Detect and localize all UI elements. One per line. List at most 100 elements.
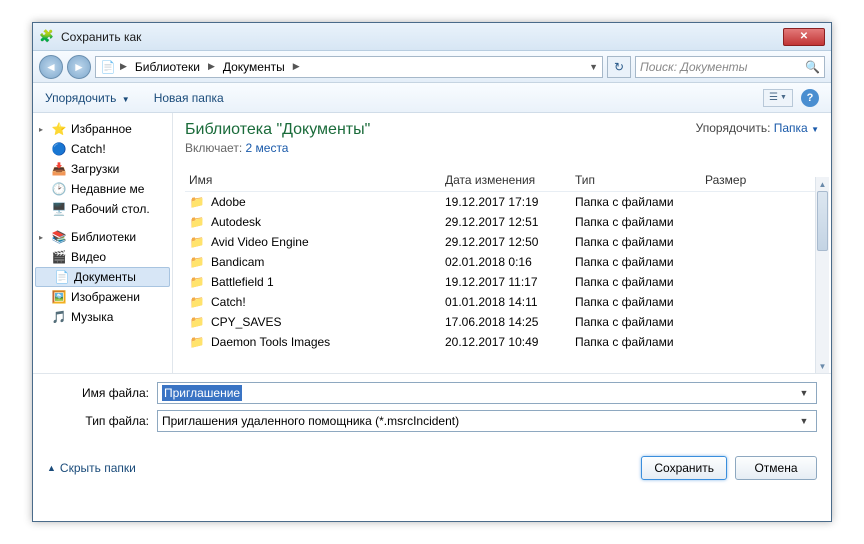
sidebar-libraries[interactable]: ▸ 📚 Библиотеки [33,227,172,247]
file-name: Autodesk [211,215,261,229]
file-date: 17.06.2018 14:25 [445,315,575,329]
filename-label: Имя файла: [47,386,157,400]
help-button[interactable]: ? [801,89,819,107]
col-date[interactable]: Дата изменения [445,173,575,187]
address-bar[interactable]: 📄 ▶ Библиотеки ▶ Документы ▶ ▼ [95,56,603,78]
sidebar-item-desktop[interactable]: 🖥️Рабочий стол. [33,199,172,219]
library-includes: Включает: 2 места [185,141,696,155]
file-date: 29.12.2017 12:51 [445,215,575,229]
scroll-thumb[interactable] [817,191,828,251]
folder-icon: 📁 [189,234,205,250]
file-type: Папка с файлами [575,295,705,309]
chevron-up-icon: ▲ [47,463,56,473]
search-placeholder: Поиск: Документы [640,60,748,74]
documents-icon: 📄 [100,59,116,75]
collapse-icon: ▸ [39,233,47,242]
arrange-by[interactable]: Упорядочить: Папка ▼ [696,121,819,155]
sidebar-favorites[interactable]: ▸ ⭐ Избранное [33,119,172,139]
filetype-label: Тип файла: [47,414,157,428]
close-button[interactable]: ✕ [783,28,825,46]
breadcrumb[interactable]: Документы [219,60,289,74]
column-headers[interactable]: Имя Дата изменения Тип Размер [185,169,819,192]
chevron-right-icon: ▶ [291,61,302,72]
hide-folders-toggle[interactable]: ▲ Скрыть папки [47,461,136,475]
file-date: 19.12.2017 11:17 [445,275,575,289]
sidebar-item-music[interactable]: 🎵Музыка [33,307,172,327]
navbar: ◄ ► 📄 ▶ Библиотеки ▶ Документы ▶ ▼ ↻ Пои… [33,51,831,83]
includes-link[interactable]: 2 места [246,141,289,155]
table-row[interactable]: 📁Catch!01.01.2018 14:11Папка с файлами [185,292,819,312]
table-row[interactable]: 📁Daemon Tools Images20.12.2017 10:49Папк… [185,332,819,350]
file-date: 02.01.2018 0:16 [445,255,575,269]
sidebar-item-documents[interactable]: 📄Документы [35,267,170,287]
documents-icon: 📄 [54,269,70,285]
col-type[interactable]: Тип [575,173,705,187]
new-folder-button[interactable]: Новая папка [154,91,224,105]
file-date: 01.01.2018 14:11 [445,295,575,309]
folder-icon: 📁 [189,334,205,350]
filename-input[interactable]: Приглашение ▼ [157,382,817,404]
table-row[interactable]: 📁 Avid Video Engine 29.12.2017 12:50Папка … [185,232,819,252]
sidebar-item-recent[interactable]: 🕑Недавние ме [33,179,172,199]
sidebar-item-video[interactable]: 🎬Видео [33,247,172,267]
refresh-button[interactable]: ↻ [607,56,631,78]
file-list-pane: Библиотека "Документы" Включает: 2 места… [173,113,831,373]
file-type: Папка с файлами [575,235,705,249]
chevron-down-icon[interactable]: ▼ [796,388,812,398]
table-row[interactable]: 📁CPY_SAVES17.06.2018 14:25Папка с файлам… [185,312,819,332]
file-date: 19.12.2017 17:19 [445,195,575,209]
table-row[interactable]: 📁Autodesk29.12.2017 12:51Папка с файлами [185,212,819,232]
breadcrumb[interactable]: Библиотеки [131,60,204,74]
file-name: CPY_SAVES [211,315,281,329]
music-icon: 🎵 [51,309,67,325]
back-button[interactable]: ◄ [39,55,63,79]
file-date: 29.12.2017 12:50 [445,235,575,249]
save-button[interactable]: Сохранить [641,456,727,480]
file-type: Папка с файлами [575,195,705,209]
folder-icon: 📁 [189,254,205,270]
cancel-button[interactable]: Отмена [735,456,817,480]
table-row[interactable]: 📁Battlefield 119.12.2017 11:17Папка с фа… [185,272,819,292]
filename-pane: Имя файла: Приглашение ▼ Тип файла: Приг… [33,373,831,446]
libraries-icon: 📚 [51,229,67,245]
filetype-select[interactable]: Приглашения удаленного помощника (*.msrc… [157,410,817,432]
scroll-down-icon[interactable]: ▼ [816,359,829,373]
recent-icon: 🕑 [51,181,67,197]
file-type: Папка с файлами [575,275,705,289]
scroll-up-icon[interactable]: ▲ [816,177,829,191]
video-icon: 🎬 [51,249,67,265]
forward-button[interactable]: ► [67,55,91,79]
file-name: Catch! [211,295,246,309]
save-dialog: 🧩 Сохранить как ✕ ◄ ► 📄 ▶ Библиотеки ▶ Д… [32,22,832,522]
view-mode-button[interactable]: ☰ ▼ [763,89,793,107]
file-type: Папка с файлами [575,255,705,269]
chevron-down-icon[interactable]: ▼ [589,62,598,72]
file-name: Bandicam [211,255,264,269]
col-size[interactable]: Размер [705,173,785,187]
sidebar: ▸ ⭐ Избранное 🔵Catch! 📥Загрузки 🕑Недавни… [33,113,173,373]
table-row[interactable]: 📁 Bandicam 02.01.2018 0:16Папка с файлами [185,252,819,272]
star-icon: ⭐ [51,121,67,137]
file-type: Папка с файлами [575,335,705,349]
table-row[interactable]: 📁Adobe19.12.2017 17:19Папка с файлами [185,192,819,212]
file-name: Avid Video Engine [211,235,309,249]
folder-icon: 📁 [189,214,205,230]
file-name: Adobe [211,195,246,209]
pictures-icon: 🖼️ [51,289,67,305]
sidebar-item-pictures[interactable]: 🖼️Изображени [33,287,172,307]
titlebar[interactable]: 🧩 Сохранить как ✕ [33,23,831,51]
chevron-down-icon[interactable]: ▼ [796,416,812,426]
sidebar-item-catch[interactable]: 🔵Catch! [33,139,172,159]
downloads-icon: 📥 [51,161,67,177]
col-name[interactable]: Имя [185,173,445,187]
file-date: 20.12.2017 10:49 [445,335,575,349]
chevron-right-icon: ▶ [118,61,129,72]
desktop-icon: 🖥️ [51,201,67,217]
search-input[interactable]: Поиск: Документы 🔍 [635,56,825,78]
sidebar-item-downloads[interactable]: 📥Загрузки [33,159,172,179]
organize-menu[interactable]: Упорядочить ▼ [45,91,130,105]
footer: ▲ Скрыть папки Сохранить Отмена [33,446,831,480]
window-title: Сохранить как [61,30,783,44]
app-icon: 🧩 [39,29,55,45]
scrollbar[interactable]: ▲ ▼ [815,177,829,373]
